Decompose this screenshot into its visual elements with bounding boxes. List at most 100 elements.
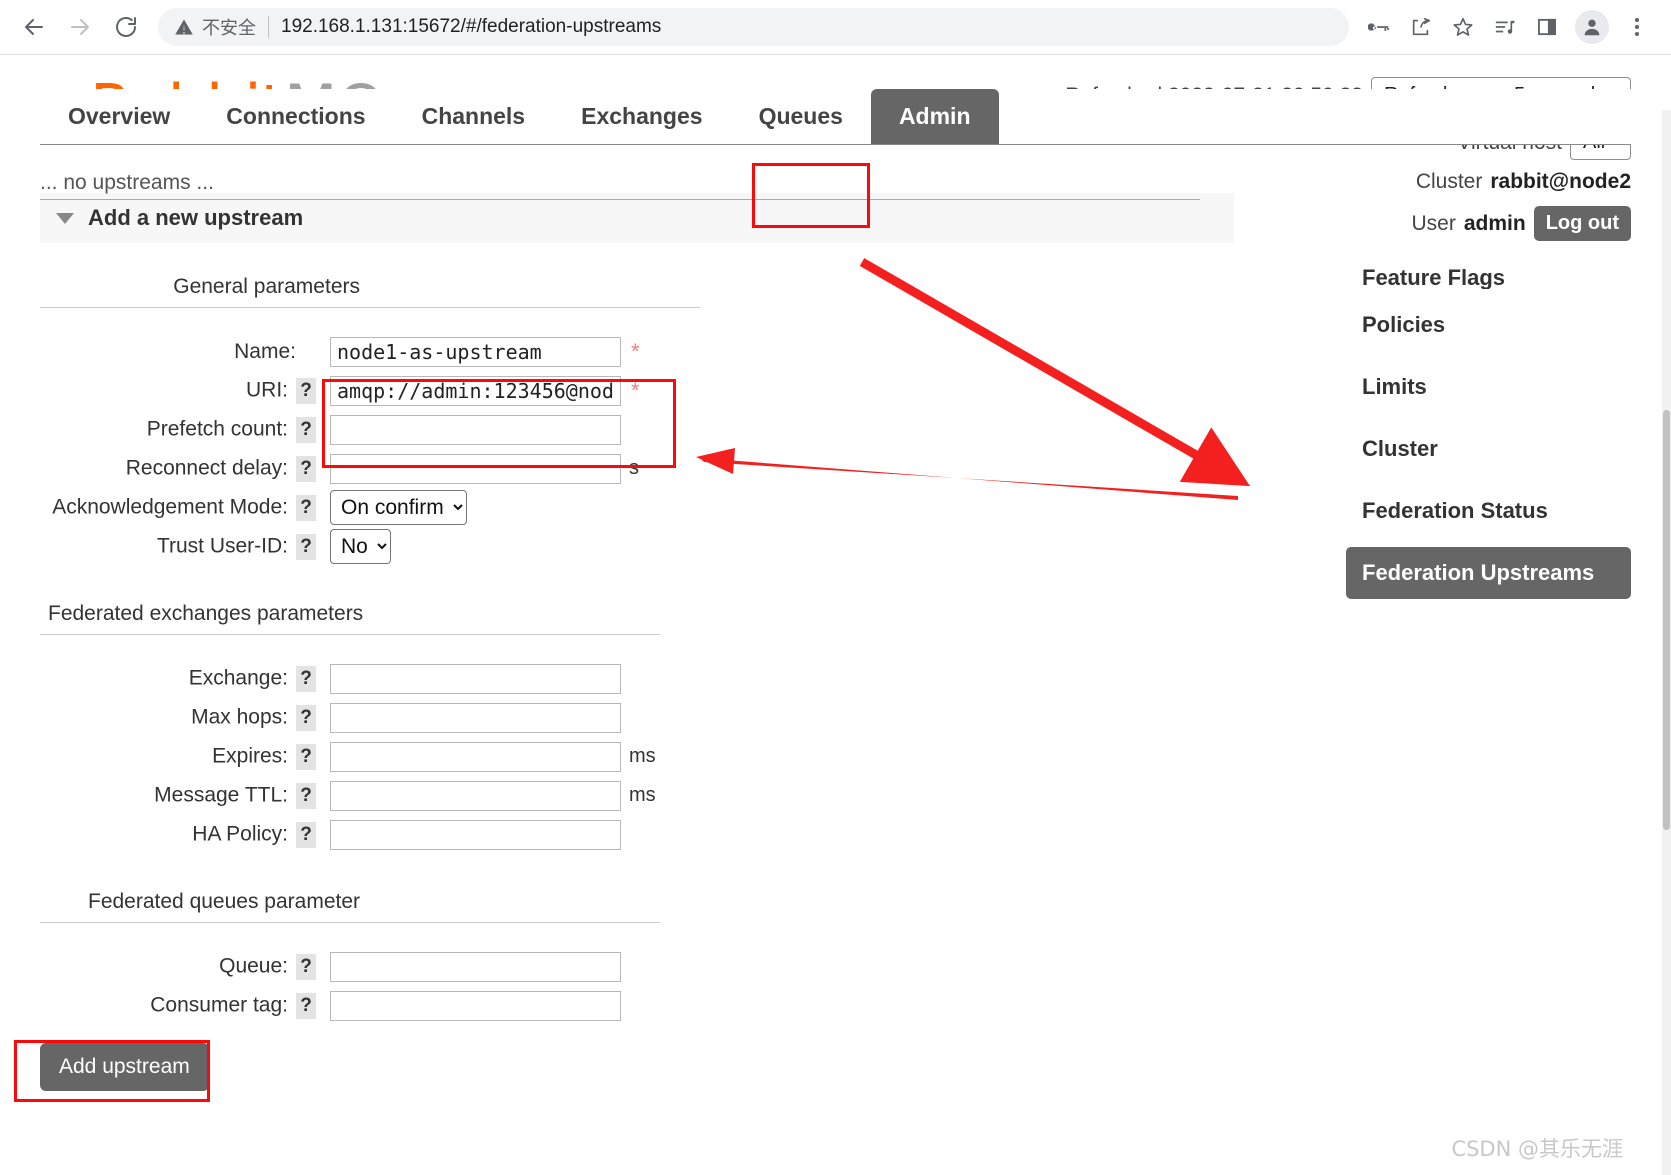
- help-icon[interactable]: ?: [296, 953, 316, 980]
- form-row: Expires:? ms: [40, 737, 656, 776]
- form-row-field-cell: [330, 449, 621, 488]
- field-label: Trust User-ID:: [156, 534, 288, 558]
- unit-label: ms: [629, 784, 656, 806]
- profile-avatar-icon[interactable]: [1575, 10, 1609, 44]
- form-row-suffix-cell: [621, 488, 640, 527]
- form-row: Name: *: [40, 332, 640, 371]
- sidebar-item-feature-flags[interactable]: Feature Flags: [1346, 265, 1631, 289]
- tab-connections[interactable]: Connections: [198, 89, 393, 144]
- field-label: Max hops:: [191, 705, 288, 729]
- help-icon[interactable]: ?: [296, 743, 316, 770]
- form-row: URI:? *: [40, 371, 640, 410]
- three-dot-menu-icon[interactable]: [1617, 7, 1657, 47]
- form-row-field-cell: [330, 332, 621, 371]
- help-icon[interactable]: ?: [296, 533, 316, 560]
- field-label: Message TTL:: [154, 783, 288, 807]
- form-row-label-cell: HA Policy:?: [40, 815, 330, 854]
- rabbitmq-management-page: RabbitMQTM RabbitMQ 3.10.0 Erlang 23.3.4…: [0, 55, 1671, 1175]
- no-upstreams-text: ... no upstreams ...: [40, 171, 214, 194]
- form-row: Message TTL:? ms: [40, 776, 656, 815]
- sidebar-item-label: Federation Status: [1362, 498, 1548, 523]
- url-text: 192.168.1.131:15672/#/federation-upstrea…: [281, 16, 662, 37]
- help-icon[interactable]: ?: [296, 455, 316, 482]
- required-marker: *: [631, 338, 640, 364]
- form-row-suffix-cell: [621, 659, 656, 698]
- help-icon[interactable]: ?: [296, 992, 316, 1019]
- select-acknowledgementmode[interactable]: On confirm: [330, 490, 467, 525]
- input-consumertag[interactable]: [330, 990, 621, 1021]
- side-panel-icon[interactable]: [1527, 7, 1567, 47]
- reload-icon[interactable]: [106, 7, 146, 47]
- federated-exchanges-heading: Federated exchanges parameters: [40, 602, 660, 635]
- input-uri[interactable]: [330, 375, 621, 406]
- form-row-label-cell: Consumer tag:?: [40, 986, 330, 1025]
- browser-toolbar: 不安全 192.168.1.131:15672/#/federation-ups…: [0, 0, 1671, 55]
- form-row-field-cell: [330, 815, 621, 854]
- share-icon[interactable]: [1401, 7, 1441, 47]
- section-title: Add a new upstream: [88, 205, 304, 230]
- required-marker: *: [631, 377, 640, 403]
- form-row-field-cell: On confirm: [330, 488, 621, 527]
- forward-arrow-icon[interactable]: [60, 7, 100, 47]
- address-bar[interactable]: 不安全 192.168.1.131:15672/#/federation-ups…: [158, 8, 1349, 46]
- input-maxhops[interactable]: [330, 702, 621, 733]
- input-reconnectdelay[interactable]: [330, 453, 621, 484]
- form-row-field-cell: [330, 698, 621, 737]
- add-upstream-button[interactable]: Add upstream: [40, 1043, 209, 1091]
- collapse-caret-icon[interactable]: [56, 212, 74, 224]
- not-secure-label: 不安全: [202, 18, 256, 39]
- tab-channels[interactable]: Channels: [394, 89, 554, 144]
- help-icon[interactable]: ?: [296, 665, 316, 692]
- input-queue[interactable]: [330, 951, 621, 982]
- input-messagettl[interactable]: [330, 780, 621, 811]
- form-row-label-cell: Expires:?: [40, 737, 330, 776]
- sidebar-item-federation-upstreams[interactable]: Federation Upstreams: [1346, 547, 1631, 599]
- page-scrollbar-track[interactable]: [1662, 110, 1671, 1175]
- help-icon[interactable]: ?: [296, 821, 316, 848]
- input-expires[interactable]: [330, 741, 621, 772]
- sidebar-item-cluster[interactable]: Cluster: [1346, 423, 1631, 475]
- form-row: Queue:?: [40, 947, 621, 986]
- form-row: HA Policy:?: [40, 815, 656, 854]
- tab-exchanges[interactable]: Exchanges: [553, 89, 730, 144]
- page-scrollbar-thumb[interactable]: [1663, 410, 1670, 830]
- form-row-field-cell: [330, 947, 621, 986]
- general-parameters-table: Name:*URI:?*Prefetch count:?Reconnect de…: [40, 332, 640, 566]
- input-exchange[interactable]: [330, 663, 621, 694]
- help-icon[interactable]: ?: [296, 704, 316, 731]
- help-icon[interactable]: ?: [296, 416, 316, 443]
- input-name[interactable]: [330, 336, 621, 367]
- help-icon[interactable]: ?: [296, 782, 316, 809]
- field-label: Name:: [234, 339, 296, 363]
- federated-exchanges-table: Exchange:? Max hops:? Expires:? ms Message T…: [40, 659, 656, 854]
- help-icon[interactable]: ?: [296, 377, 316, 404]
- sidebar-item-policies[interactable]: Policies: [1346, 299, 1631, 351]
- sidebar-item-limits[interactable]: Limits: [1346, 361, 1631, 413]
- tab-admin[interactable]: Admin: [870, 89, 999, 144]
- tab-overview[interactable]: Overview: [40, 89, 198, 144]
- sidebar-item-label: Cluster: [1362, 436, 1438, 461]
- form-row-suffix-cell: [621, 698, 656, 737]
- form-row-suffix-cell: [621, 527, 640, 566]
- back-arrow-icon[interactable]: [14, 7, 54, 47]
- select-trustuser-id[interactable]: No: [330, 529, 391, 564]
- form-row-label-cell: Exchange:?: [40, 659, 330, 698]
- star-icon[interactable]: [1443, 7, 1483, 47]
- form-row-suffix-cell: s: [621, 449, 640, 488]
- input-prefetchcount[interactable]: [330, 414, 621, 445]
- form-row: Consumer tag:?: [40, 986, 621, 1025]
- watermark: CSDN @其乐无涯: [1451, 1137, 1623, 1161]
- field-label: URI:: [246, 378, 288, 402]
- form-row-suffix-cell: ms: [621, 737, 656, 776]
- tab-queues[interactable]: Queues: [731, 89, 871, 144]
- add-upstream-section-header[interactable]: Add a new upstream: [40, 193, 1234, 243]
- nav-tab-list: Overview Connections Channels Exchanges Queu…: [40, 89, 1631, 145]
- logout-button[interactable]: Log out: [1533, 206, 1631, 241]
- input-hapolicy[interactable]: [330, 819, 621, 850]
- sidebar-item-federation-status[interactable]: Federation Status: [1346, 485, 1631, 537]
- media-list-icon[interactable]: [1485, 7, 1525, 47]
- form-row: Reconnect delay:? s: [40, 449, 640, 488]
- key-icon[interactable]: [1359, 7, 1399, 47]
- form-row-field-cell: [330, 737, 621, 776]
- help-icon[interactable]: ?: [296, 494, 316, 521]
